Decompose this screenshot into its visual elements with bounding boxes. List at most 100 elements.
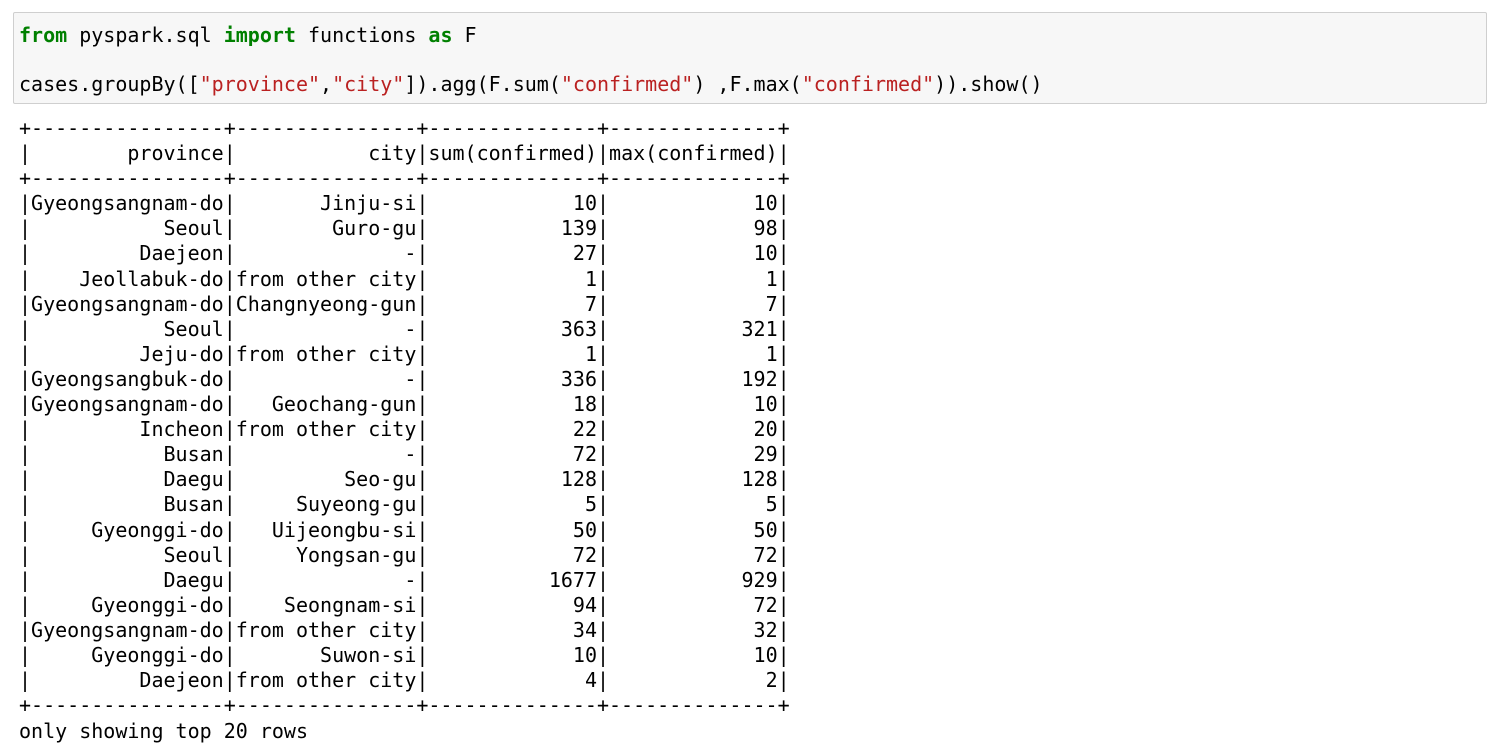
code-token: ]).agg(F.sum(: [404, 72, 561, 96]
table-cell: Gyeongsangnam-do: [31, 392, 224, 417]
table-cell: 1: [428, 266, 597, 291]
table-cell: 72: [428, 542, 597, 567]
table-border-bottom: +----------------+---------------+------…: [19, 693, 790, 718]
table-cell: 321: [609, 316, 778, 341]
code-input-cell[interactable]: from pyspark.sql import functions as F c…: [13, 12, 1487, 104]
table-cell: 32: [609, 617, 778, 642]
table-cell: province: [31, 141, 224, 166]
code-token: ) ,F.max(: [693, 72, 802, 96]
output-footer: only showing top 20 rows: [19, 719, 308, 743]
table-cell: Changnyeong-gun: [235, 291, 417, 316]
table-cell: -: [235, 366, 417, 391]
table-cell: Gyeongsangnam-do: [31, 191, 224, 216]
table-cell: from other city: [235, 417, 417, 442]
table-cell: 18: [428, 392, 597, 417]
table-cell: Yongsan-gu: [235, 542, 417, 567]
string-literal: "confirmed": [801, 72, 935, 96]
table-cell: 2: [609, 668, 778, 693]
table-cell: Jeju-do: [31, 341, 224, 366]
table-cell: 1: [609, 341, 778, 366]
table-cell: Geochang-gun: [235, 392, 417, 417]
table-cell: Seo-gu: [235, 467, 417, 492]
table-cell: Gyeongsangnam-do: [31, 617, 224, 642]
table-row: | Gyeonggi-do| Seongnam-si| 94| 72|: [19, 592, 790, 617]
table-row: |Gyeongsangnam-do|from other city| 34| 3…: [19, 617, 790, 642]
keyword-import: import: [223, 23, 296, 47]
table-cell: from other city: [235, 617, 417, 642]
code-token: ,: [320, 72, 333, 96]
table-cell: Daejeon: [31, 668, 224, 693]
table-cell: 10: [609, 642, 778, 667]
table-row: | Seoul| -| 363| 321|: [19, 316, 790, 341]
table-cell: 72: [609, 592, 778, 617]
table-cell: Suyeong-gu: [235, 492, 417, 517]
table-cell: Busan: [31, 492, 224, 517]
table-cell: 10: [428, 191, 597, 216]
table-cell: from other city: [235, 668, 417, 693]
table-cell: 5: [428, 492, 597, 517]
table-cell: sum(confirmed): [428, 141, 597, 166]
table-cell: Jeollabuk-do: [31, 266, 224, 291]
table-row: |Gyeongsangnam-do|Changnyeong-gun| 7| 7|: [19, 291, 790, 316]
module-name: pyspark.sql: [67, 23, 224, 47]
table-cell: 50: [609, 517, 778, 542]
table-cell: Gyeonggi-do: [31, 517, 224, 542]
string-literal: "confirmed": [560, 72, 694, 96]
table-cell: 50: [428, 517, 597, 542]
table-cell: Gyeonggi-do: [31, 592, 224, 617]
table-cell: -: [235, 442, 417, 467]
string-literal: "city": [332, 72, 405, 96]
table-cell: 7: [609, 291, 778, 316]
table-row: | Daejeon| -| 27| 10|: [19, 241, 790, 266]
code-line-import: from pyspark.sql import functions as F: [19, 23, 477, 47]
table-cell: from other city: [235, 266, 417, 291]
table-cell: 72: [428, 442, 597, 467]
table-cell: 192: [609, 366, 778, 391]
table-cell: 336: [428, 366, 597, 391]
table-cell: Seoul: [31, 216, 224, 241]
table-cell: 34: [428, 617, 597, 642]
table-cell: max(confirmed): [609, 141, 778, 166]
table-cell: Jinju-si: [235, 191, 417, 216]
table-cell: 363: [428, 316, 597, 341]
table-row: | Incheon|from other city| 22| 20|: [19, 417, 790, 442]
table-cell: 22: [428, 417, 597, 442]
table-cell: 128: [609, 467, 778, 492]
table-cell: -: [235, 241, 417, 266]
table-cell: 128: [428, 467, 597, 492]
table-cell: from other city: [235, 341, 417, 366]
table-cell: 7: [428, 291, 597, 316]
code-token: )).show(): [934, 72, 1043, 96]
table-cell: 10: [609, 241, 778, 266]
table-cell: city: [235, 141, 417, 166]
table-cell: Guro-gu: [235, 216, 417, 241]
code-token: cases.groupBy([: [19, 72, 200, 96]
table-cell: Seoul: [31, 542, 224, 567]
table-cell: Seongnam-si: [235, 592, 417, 617]
table-cell: -: [235, 316, 417, 341]
table-cell: 929: [609, 567, 778, 592]
table-row: | Busan| Suyeong-gu| 5| 5|: [19, 492, 790, 517]
table-row: |Gyeongsangbuk-do| -| 336| 192|: [19, 366, 790, 391]
import-alias: F: [452, 23, 477, 47]
table-row: | Busan| -| 72| 29|: [19, 442, 790, 467]
keyword-from: from: [19, 23, 68, 47]
table-cell: 10: [609, 392, 778, 417]
table-cell: 72: [609, 542, 778, 567]
table-cell: 27: [428, 241, 597, 266]
table-cell: Suwon-si: [235, 642, 417, 667]
table-cell: Daegu: [31, 567, 224, 592]
table-cell: 10: [609, 191, 778, 216]
string-literal: "province": [199, 72, 321, 96]
table-row: | Jeju-do|from other city| 1| 1|: [19, 341, 790, 366]
table-row: |Gyeongsangnam-do| Geochang-gun| 18| 10|: [19, 392, 790, 417]
table-cell: Incheon: [31, 417, 224, 442]
table-cell: 20: [609, 417, 778, 442]
output-table: +----------------+---------------+------…: [19, 116, 790, 718]
table-cell: 1: [428, 341, 597, 366]
code-line-groupby: cases.groupBy(["province","city"]).agg(F…: [19, 72, 1043, 96]
table-cell: Gyeongsangbuk-do: [31, 366, 224, 391]
table-cell: Uijeongbu-si: [235, 517, 417, 542]
table-border-separator: +----------------+---------------+------…: [19, 166, 790, 191]
table-border-top: +----------------+---------------+------…: [19, 116, 790, 140]
